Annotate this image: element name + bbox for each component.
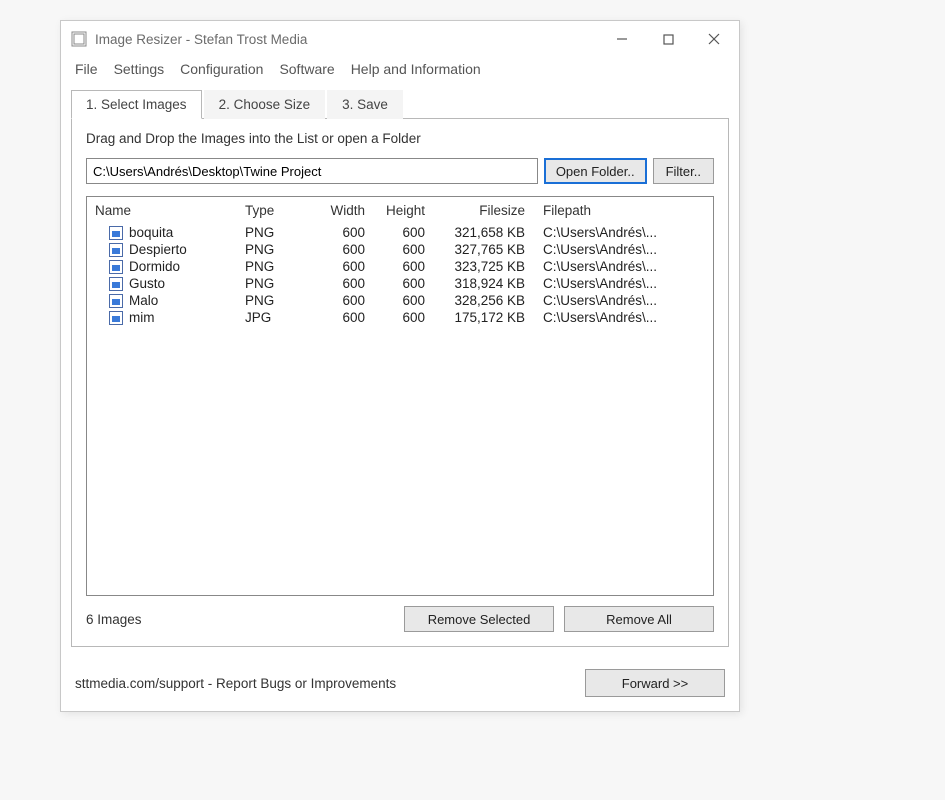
- cell-type: JPG: [245, 310, 315, 325]
- cell-filepath: C:\Users\Andrés\...: [535, 310, 705, 325]
- file-icon: [109, 226, 123, 240]
- cell-filepath: C:\Users\Andrés\...: [535, 293, 705, 308]
- cell-name: Despierto: [129, 242, 187, 257]
- cell-filepath: C:\Users\Andrés\...: [535, 259, 705, 274]
- image-list[interactable]: Name Type Width Height Filesize Filepath…: [86, 196, 714, 596]
- tab-panel: Drag and Drop the Images into the List o…: [71, 119, 729, 647]
- app-icon: [71, 31, 87, 47]
- remove-selected-button[interactable]: Remove Selected: [404, 606, 554, 632]
- list-row[interactable]: mimJPG600600175,172 KBC:\Users\Andrés\..…: [87, 309, 713, 326]
- cell-height: 600: [375, 242, 435, 257]
- col-header-filesize[interactable]: Filesize: [435, 203, 535, 218]
- menu-file[interactable]: File: [75, 61, 98, 77]
- list-row[interactable]: MaloPNG600600328,256 KBC:\Users\Andrés\.…: [87, 292, 713, 309]
- file-icon: [109, 311, 123, 325]
- cell-name: Malo: [129, 293, 158, 308]
- support-link[interactable]: sttmedia.com/support - Report Bugs or Im…: [75, 676, 585, 691]
- cell-width: 600: [315, 276, 375, 291]
- folder-path-input[interactable]: [86, 158, 538, 184]
- cell-height: 600: [375, 310, 435, 325]
- filter-button[interactable]: Filter..: [653, 158, 714, 184]
- cell-width: 600: [315, 225, 375, 240]
- open-folder-button[interactable]: Open Folder..: [544, 158, 647, 184]
- cell-filesize: 318,924 KB: [435, 276, 535, 291]
- minimize-button[interactable]: [599, 23, 645, 55]
- cell-type: PNG: [245, 276, 315, 291]
- tab-select-images[interactable]: 1. Select Images: [71, 90, 202, 119]
- cell-filesize: 328,256 KB: [435, 293, 535, 308]
- list-row[interactable]: DespiertoPNG600600327,765 KBC:\Users\And…: [87, 241, 713, 258]
- cell-height: 600: [375, 293, 435, 308]
- menu-software[interactable]: Software: [279, 61, 334, 77]
- window-title: Image Resizer - Stefan Trost Media: [95, 32, 599, 47]
- menu-settings[interactable]: Settings: [114, 61, 165, 77]
- cell-type: PNG: [245, 259, 315, 274]
- cell-width: 600: [315, 259, 375, 274]
- maximize-button[interactable]: [645, 23, 691, 55]
- col-header-width[interactable]: Width: [315, 203, 375, 218]
- path-row: Open Folder.. Filter..: [86, 158, 714, 184]
- list-row[interactable]: DormidoPNG600600323,725 KBC:\Users\André…: [87, 258, 713, 275]
- cell-width: 600: [315, 242, 375, 257]
- close-button[interactable]: [691, 23, 737, 55]
- cell-filepath: C:\Users\Andrés\...: [535, 225, 705, 240]
- col-header-height[interactable]: Height: [375, 203, 435, 218]
- file-icon: [109, 260, 123, 274]
- list-row[interactable]: boquitaPNG600600321,658 KBC:\Users\André…: [87, 224, 713, 241]
- image-count: 6 Images: [86, 612, 394, 627]
- menu-configuration[interactable]: Configuration: [180, 61, 263, 77]
- cell-type: PNG: [245, 225, 315, 240]
- menubar: File Settings Configuration Software Hel…: [61, 57, 739, 85]
- list-header: Name Type Width Height Filesize Filepath: [87, 197, 713, 224]
- cell-name: boquita: [129, 225, 173, 240]
- remove-all-button[interactable]: Remove All: [564, 606, 714, 632]
- cell-filesize: 323,725 KB: [435, 259, 535, 274]
- tab-save[interactable]: 3. Save: [327, 90, 403, 119]
- col-header-type[interactable]: Type: [245, 203, 315, 218]
- titlebar: Image Resizer - Stefan Trost Media: [61, 21, 739, 57]
- cell-height: 600: [375, 276, 435, 291]
- file-icon: [109, 277, 123, 291]
- col-header-filepath[interactable]: Filepath: [535, 203, 705, 218]
- cell-name: Gusto: [129, 276, 165, 291]
- app-window: Image Resizer - Stefan Trost Media File …: [60, 20, 740, 712]
- file-icon: [109, 294, 123, 308]
- forward-button[interactable]: Forward >>: [585, 669, 725, 697]
- cell-width: 600: [315, 293, 375, 308]
- list-footer-row: 6 Images Remove Selected Remove All: [86, 606, 714, 632]
- menu-help[interactable]: Help and Information: [351, 61, 481, 77]
- client-area: 1. Select Images 2. Choose Size 3. Save …: [61, 89, 739, 657]
- file-icon: [109, 243, 123, 257]
- cell-name: Dormido: [129, 259, 180, 274]
- cell-filepath: C:\Users\Andrés\...: [535, 276, 705, 291]
- cell-height: 600: [375, 225, 435, 240]
- cell-filesize: 175,172 KB: [435, 310, 535, 325]
- cell-type: PNG: [245, 242, 315, 257]
- cell-type: PNG: [245, 293, 315, 308]
- footer: sttmedia.com/support - Report Bugs or Im…: [61, 657, 739, 711]
- cell-filepath: C:\Users\Andrés\...: [535, 242, 705, 257]
- cell-name: mim: [129, 310, 155, 325]
- tabs: 1. Select Images 2. Choose Size 3. Save: [71, 89, 729, 119]
- drag-drop-hint: Drag and Drop the Images into the List o…: [86, 131, 714, 146]
- window-controls: [599, 23, 737, 55]
- list-row[interactable]: GustoPNG600600318,924 KBC:\Users\Andrés\…: [87, 275, 713, 292]
- cell-height: 600: [375, 259, 435, 274]
- cell-filesize: 321,658 KB: [435, 225, 535, 240]
- col-header-name[interactable]: Name: [95, 203, 245, 218]
- cell-width: 600: [315, 310, 375, 325]
- tab-choose-size[interactable]: 2. Choose Size: [204, 90, 326, 119]
- cell-filesize: 327,765 KB: [435, 242, 535, 257]
